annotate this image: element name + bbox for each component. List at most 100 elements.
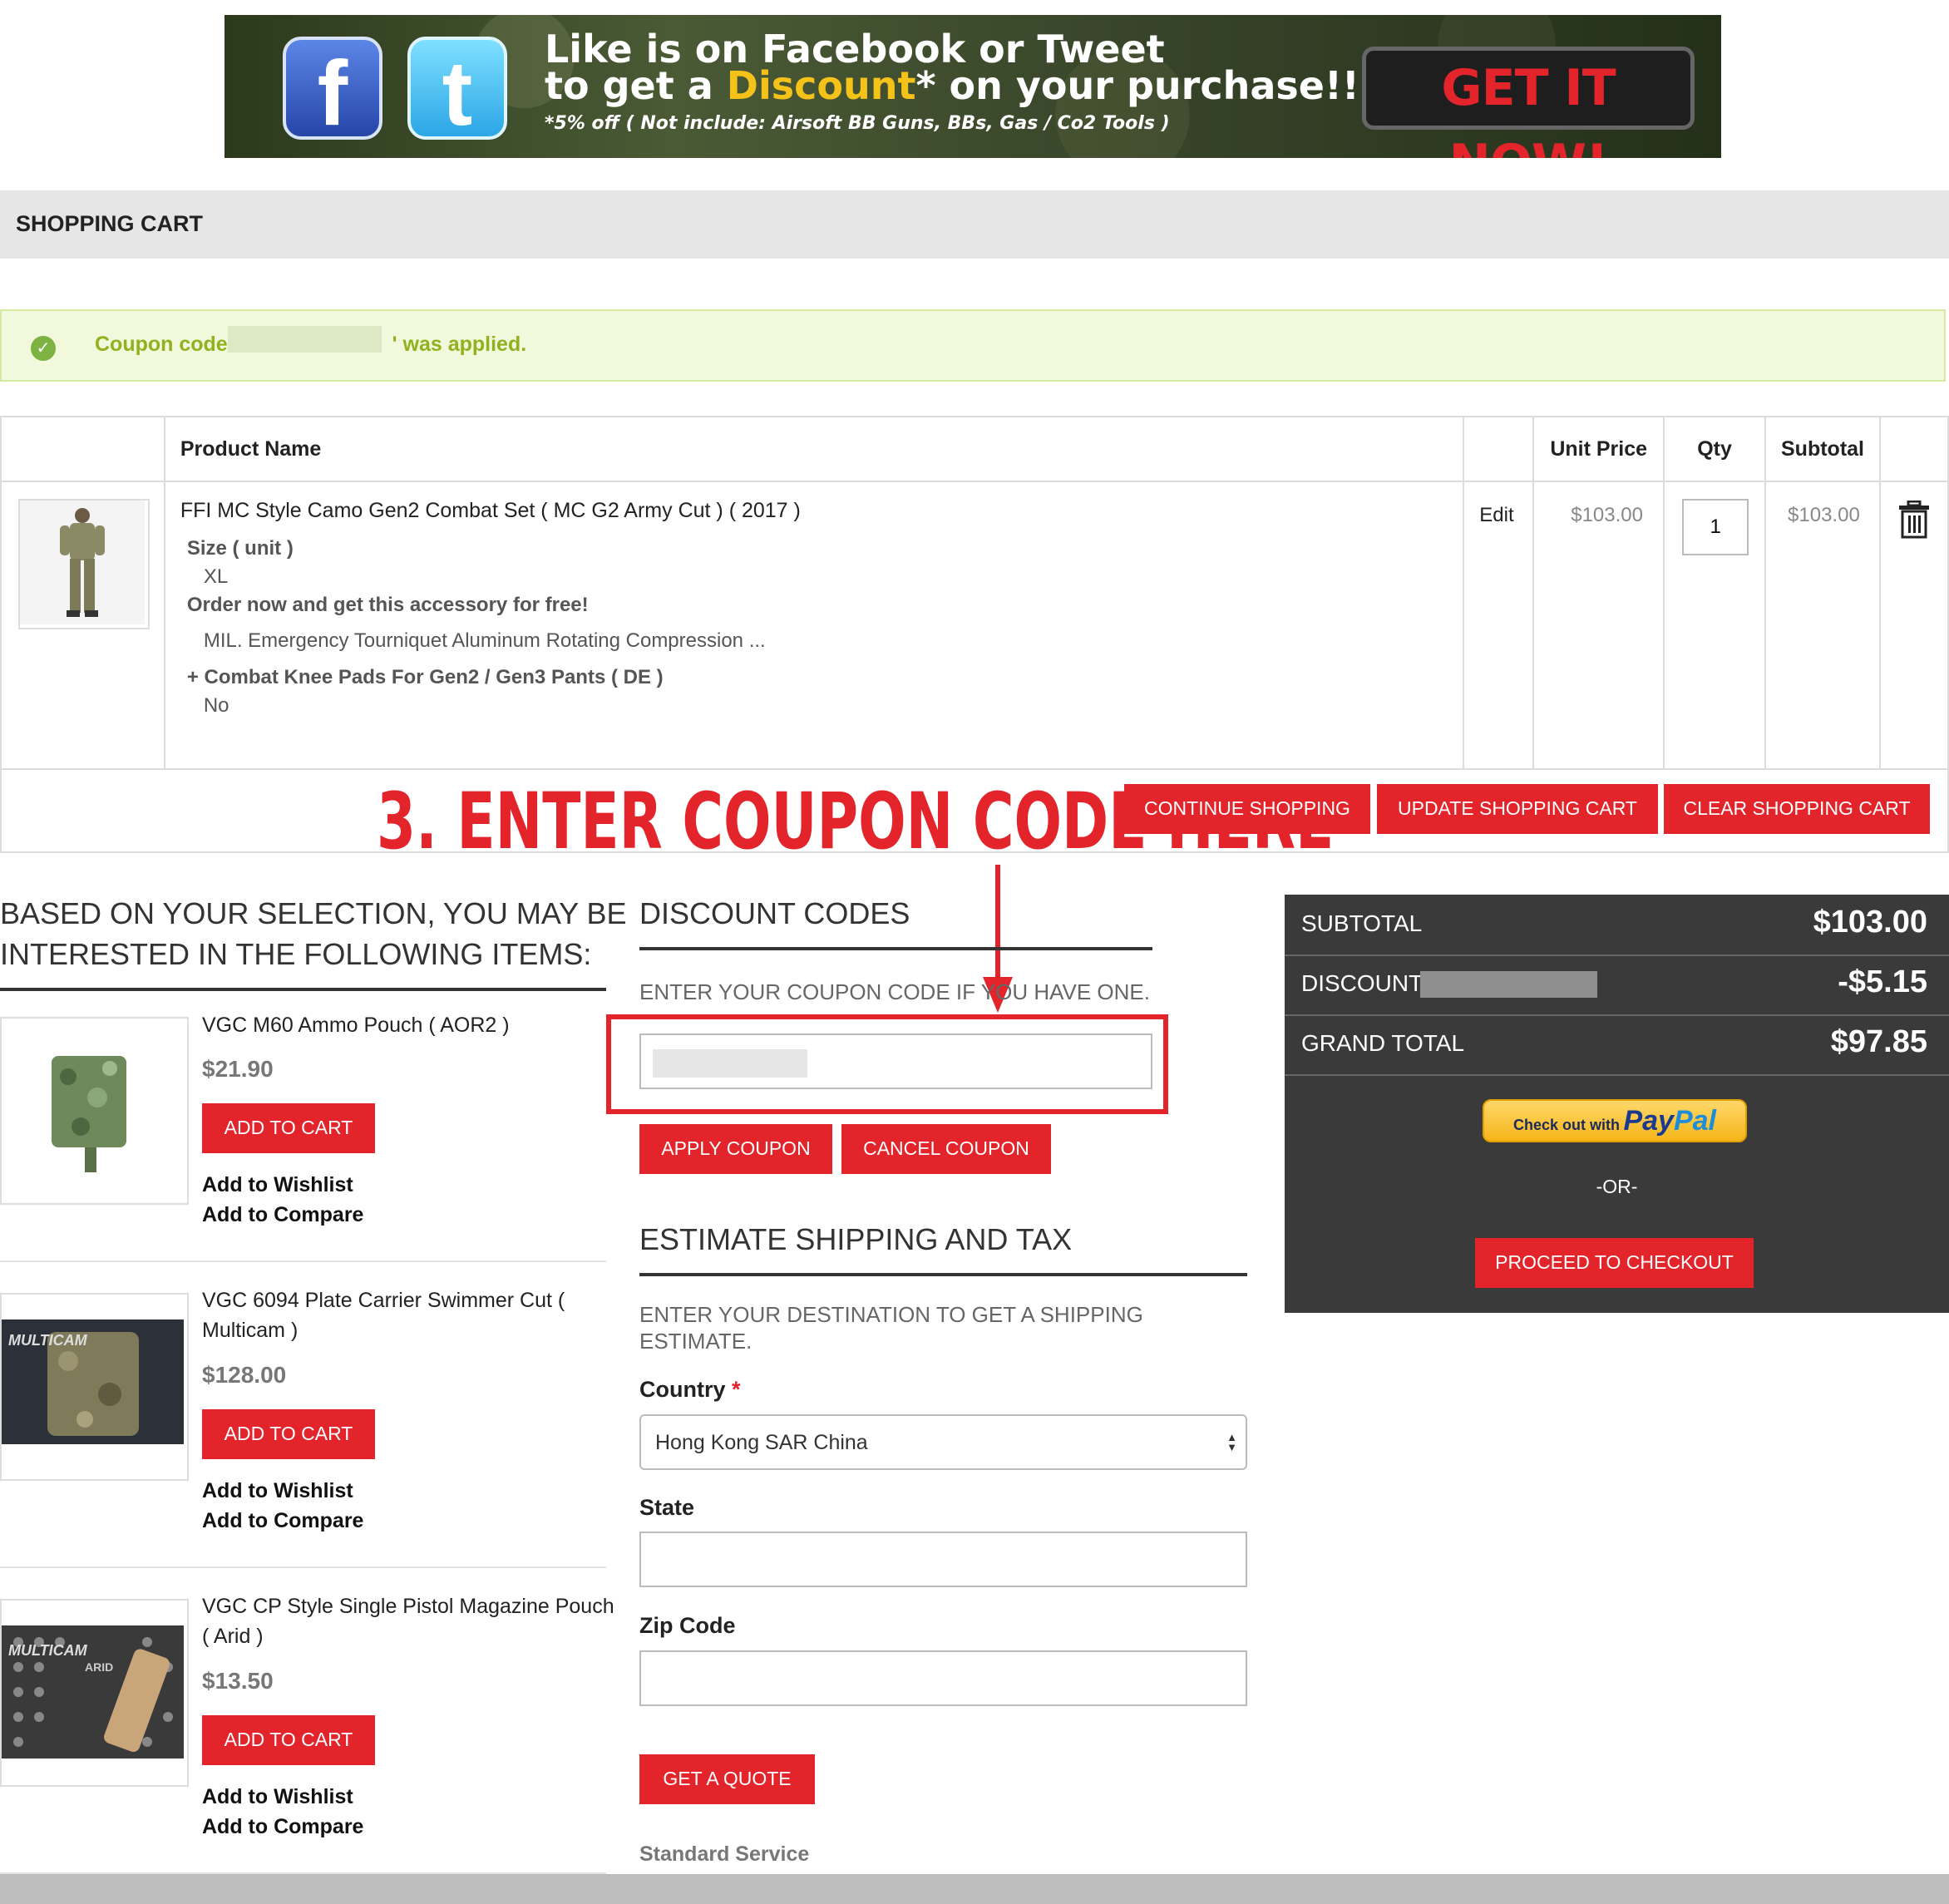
add-to-wishlist-link[interactable]: Add to Wishlist xyxy=(202,1479,353,1503)
country-select-value: Hong Kong SAR China xyxy=(655,1431,868,1454)
add-to-wishlist-link[interactable]: Add to Wishlist xyxy=(202,1785,353,1809)
item-name-link[interactable]: FFI MC Style Camo Gen2 Combat Set ( MC G… xyxy=(180,499,801,523)
item-qty-cell xyxy=(1663,481,1767,770)
get-a-quote-button[interactable]: GET A QUOTE xyxy=(639,1754,815,1804)
required-mark: * xyxy=(732,1377,741,1402)
crosssell-item-title[interactable]: VGC 6094 Plate Carrier Swimmer Cut ( xyxy=(202,1289,565,1313)
paypal-checkout-button[interactable]: Check out with PayPal xyxy=(1483,1099,1747,1142)
crosssell-item-price: $21.90 xyxy=(202,1056,274,1082)
cart-header-row: Product Name Unit Price Qty Subtotal xyxy=(0,416,1949,482)
item-option-free-value: MIL. Emergency Tourniquet Aluminum Rotat… xyxy=(203,629,766,652)
zip-code-input[interactable] xyxy=(639,1650,1247,1706)
country-label: Country * xyxy=(639,1377,741,1403)
crosssell-item-title-cont[interactable]: Multicam ) xyxy=(202,1319,298,1343)
item-subtotal-cell: $103.00 xyxy=(1764,481,1881,770)
clear-cart-button[interactable]: CLEAR SHOPPING CART xyxy=(1664,784,1930,834)
add-to-compare-link[interactable]: Add to Compare xyxy=(202,1815,363,1839)
discount-row: DISCOUNT -$5.15 xyxy=(1285,954,1949,1016)
state-label: State xyxy=(639,1495,695,1520)
crosssell-thumb-plate-carrier[interactable]: MULTICAM xyxy=(0,1293,189,1481)
coupon-code-redaction xyxy=(653,1049,807,1078)
add-to-compare-link[interactable]: Add to Compare xyxy=(202,1203,363,1227)
header-unit-price: Unit Price xyxy=(1532,416,1665,482)
item-option-size-label: Size ( unit ) xyxy=(186,537,294,560)
edit-link[interactable]: Edit xyxy=(1479,504,1513,527)
paypal-logo-pay: Pay xyxy=(1623,1105,1674,1137)
crosssell-item-price: $13.50 xyxy=(202,1668,274,1694)
standard-service-label: Standard Service xyxy=(639,1842,810,1866)
or-divider: -OR- xyxy=(1596,1176,1638,1197)
get-it-now-button[interactable]: GET IT NOW! xyxy=(1362,47,1695,158)
update-cart-button[interactable]: UPDATE SHOPPING CART xyxy=(1377,784,1658,834)
header-image-cell xyxy=(0,416,165,482)
state-input[interactable] xyxy=(639,1532,1247,1587)
crosssell-heading-line1: BASED ON YOUR SELECTION, YOU MAY BE xyxy=(0,896,627,930)
item-option-size-value: XL xyxy=(203,565,229,588)
paypal-logo-pal: Pal xyxy=(1673,1105,1716,1137)
item-unit-price: $103.00 xyxy=(1571,504,1643,526)
estimate-shipping-heading: ESTIMATE SHIPPING AND TAX xyxy=(639,1222,1073,1256)
crosssell-thumb-ammo-pouch[interactable] xyxy=(0,1017,189,1205)
subtotal-value: $103.00 xyxy=(1813,905,1927,940)
plate-carrier-image xyxy=(2,1295,184,1476)
item-details-cell: FFI MC Style Camo Gen2 Combat Set ( MC G… xyxy=(163,481,1465,770)
add-to-wishlist-link[interactable]: Add to Wishlist xyxy=(202,1173,353,1197)
item-unit-price-cell: $103.00 xyxy=(1532,481,1665,770)
crosssell-item-title[interactable]: VGC CP Style Single Pistol Magazine Pouc… xyxy=(202,1595,614,1619)
crosssell-heading-line2: INTERESTED IN THE FOLLOWING ITEMS: xyxy=(0,937,592,971)
facebook-icon[interactable]: f xyxy=(283,37,382,145)
add-to-cart-button[interactable]: ADD TO CART xyxy=(202,1409,375,1459)
crosssell-item-title-cont[interactable]: ( Arid ) xyxy=(202,1625,264,1649)
page-title: SHOPPING CART xyxy=(16,211,204,236)
item-option-kneepads-label: + Combat Knee Pads For Gen2 / Gen3 Pants… xyxy=(186,666,664,688)
twitter-icon[interactable]: t xyxy=(407,37,507,145)
qty-input[interactable] xyxy=(1682,499,1749,555)
crosssell-thumb-pistol-pouch[interactable]: MULTICAM ARID xyxy=(0,1599,189,1787)
country-select[interactable]: Hong Kong SAR China ▲ ▼ xyxy=(639,1414,1247,1470)
item-option-kneepads-value: No xyxy=(203,694,229,717)
header-subtotal: Subtotal xyxy=(1764,416,1881,482)
discount-value: -$5.15 xyxy=(1838,964,1927,999)
cancel-coupon-button[interactable]: CANCEL COUPON xyxy=(841,1124,1051,1174)
coupon-code-input[interactable] xyxy=(639,1033,1152,1089)
cart-item-row: FFI MC Style Camo Gen2 Combat Set ( MC G… xyxy=(0,481,1949,770)
add-to-cart-button[interactable]: ADD TO CART xyxy=(202,1715,375,1765)
banner-subheadline-post: * on your purchase!! xyxy=(915,63,1359,108)
coupon-message-prefix: Coupon code ' xyxy=(95,333,239,356)
header-qty: Qty xyxy=(1663,416,1767,482)
grand-total-row: GRAND TOTAL $97.85 xyxy=(1285,1014,1949,1076)
add-to-cart-button[interactable]: ADD TO CART xyxy=(202,1103,375,1153)
shipping-prompt-line1: ENTER YOUR DESTINATION TO GET A SHIPPING xyxy=(639,1302,1143,1327)
paypal-prefix: Check out with xyxy=(1512,1117,1620,1133)
coupon-applied-message: ✓ Coupon code ' ' was applied. xyxy=(0,309,1946,382)
apply-coupon-button[interactable]: APPLY COUPON xyxy=(639,1124,832,1174)
banner-discount-word: Discount xyxy=(726,63,916,108)
crosssell-heading-rule xyxy=(0,988,606,991)
promo-banner[interactable]: f t Like is on Facebook or Tweet to get … xyxy=(225,15,1721,158)
cart-table: Product Name Unit Price Qty Subtotal FFI… xyxy=(0,416,1949,770)
continue-shopping-button[interactable]: CONTINUE SHOPPING xyxy=(1124,784,1370,834)
header-edit-cell xyxy=(1463,416,1535,482)
page-title-bar: SHOPPING CART xyxy=(0,190,1949,259)
multicam-label: MULTICAM xyxy=(8,1332,87,1349)
add-to-compare-link[interactable]: Add to Compare xyxy=(202,1509,363,1533)
crosssell-item-price: $128.00 xyxy=(202,1362,287,1388)
grand-total-value: $97.85 xyxy=(1830,1024,1927,1059)
product-thumbnail[interactable] xyxy=(18,499,150,629)
discount-label: DISCOUNT xyxy=(1301,970,1424,996)
header-remove-cell xyxy=(1878,416,1949,482)
pistol-pouch-image xyxy=(2,1601,184,1782)
item-subtotal: $103.00 xyxy=(1788,504,1860,526)
subtotal-label: SUBTOTAL xyxy=(1301,910,1423,936)
item-image-cell xyxy=(0,481,165,770)
discount-code-redaction xyxy=(1420,971,1597,998)
trash-icon[interactable] xyxy=(1897,501,1931,539)
coupon-message-suffix: ' was applied. xyxy=(392,333,527,356)
grand-total-label: GRAND TOTAL xyxy=(1301,1030,1465,1056)
crosssell-item-title[interactable]: VGC M60 Ammo Pouch ( AOR2 ) xyxy=(202,1014,510,1038)
multicam-label: MULTICAM xyxy=(8,1642,87,1659)
proceed-to-checkout-button[interactable]: PROCEED TO CHECKOUT xyxy=(1475,1238,1754,1288)
coupon-prompt: ENTER YOUR COUPON CODE IF YOU HAVE ONE. xyxy=(639,979,1150,1004)
item-edit-cell: Edit xyxy=(1463,481,1535,770)
header-product-name: Product Name xyxy=(163,416,1465,482)
